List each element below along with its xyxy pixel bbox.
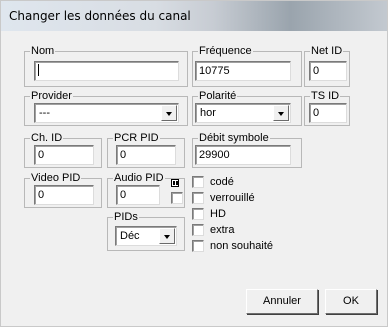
provider-dropdown-button[interactable]	[161, 105, 177, 121]
pcr-pid-label: PCR PID	[113, 131, 160, 145]
video-pid-group: Video PID 0	[24, 171, 102, 208]
nom-label: Nom	[30, 44, 56, 58]
chevron-down-icon	[166, 112, 172, 116]
audio-pid-label: Audio PID	[113, 171, 165, 185]
video-pid-input[interactable]: 0	[34, 185, 94, 205]
title-bar[interactable]: Changer les données du canal	[1, 1, 387, 31]
ts-id-input[interactable]: 0	[309, 103, 347, 123]
chevron-down-icon	[278, 112, 284, 116]
ok-button[interactable]: OK	[325, 289, 377, 314]
window-title: Changer les données du canal	[9, 9, 191, 23]
checkbox-non-souhaite-label: non souhaité	[210, 240, 273, 252]
checkbox-hd[interactable]	[192, 208, 204, 220]
ch-id-label: Ch. ID	[30, 131, 64, 145]
dialog-client-area: Nom Fréquence 10775 Net ID 0 Provider --…	[7, 31, 381, 321]
text-caret	[38, 64, 39, 76]
dialog-window: Changer les données du canal Nom Fréquen…	[0, 0, 388, 327]
pcr-pid-input[interactable]: 0	[116, 145, 176, 165]
ch-id-group: Ch. ID 0	[24, 131, 102, 168]
polarite-label: Polarité	[198, 89, 238, 103]
provider-group: Provider ---	[24, 89, 188, 126]
pids-group: PIDs Déc	[107, 210, 185, 251]
video-pid-label: Video PID	[30, 171, 82, 185]
pcr-pid-group: PCR PID 0	[107, 131, 185, 168]
cancel-button[interactable]: Annuler	[246, 289, 318, 314]
debit-symbole-group: Débit symbole 29900	[192, 131, 302, 168]
stereo-icon[interactable]	[171, 179, 179, 187]
checkbox-hd-label: HD	[210, 208, 226, 220]
frequence-group: Fréquence 10775	[192, 44, 302, 87]
checkbox-extra[interactable]	[192, 224, 204, 236]
polarite-group: Polarité hor	[192, 89, 302, 126]
checkbox-verrouille[interactable]	[192, 192, 204, 204]
ch-id-input[interactable]: 0	[34, 145, 94, 165]
frequence-input[interactable]: 10775	[195, 61, 291, 81]
polarite-select[interactable]: hor	[195, 103, 291, 123]
chevron-down-icon	[164, 235, 170, 239]
ts-id-group: TS ID 0	[304, 89, 350, 126]
checkbox-code-label: codé	[210, 176, 234, 188]
debit-symbole-input[interactable]: 29900	[195, 145, 291, 165]
ts-id-label: TS ID	[310, 89, 341, 103]
polarite-value: hor	[200, 107, 216, 119]
checkbox-extra-label: extra	[210, 224, 235, 236]
net-id-input[interactable]: 0	[309, 61, 347, 81]
polarite-dropdown-button[interactable]	[273, 105, 289, 121]
pids-label: PIDs	[113, 210, 139, 224]
audio-pid-input[interactable]: 0	[116, 185, 160, 205]
pids-dropdown-button[interactable]	[159, 228, 175, 244]
audio-pid-checkbox[interactable]	[171, 192, 183, 204]
net-id-label: Net ID	[310, 44, 344, 58]
checkbox-verrouille-label: verrouillé	[210, 192, 255, 204]
frequence-label: Fréquence	[198, 44, 253, 58]
pids-select[interactable]: Déc	[115, 226, 177, 246]
provider-select[interactable]: ---	[34, 103, 179, 123]
checkbox-code[interactable]	[192, 176, 204, 188]
nom-group: Nom	[24, 44, 188, 87]
pids-value: Déc	[120, 230, 140, 242]
provider-value: ---	[39, 107, 50, 119]
checkbox-non-souhaite[interactable]	[192, 240, 204, 252]
nom-input[interactable]	[34, 61, 179, 81]
net-id-group: Net ID 0	[304, 44, 350, 87]
provider-label: Provider	[30, 89, 73, 103]
debit-symbole-label: Débit symbole	[198, 131, 270, 145]
